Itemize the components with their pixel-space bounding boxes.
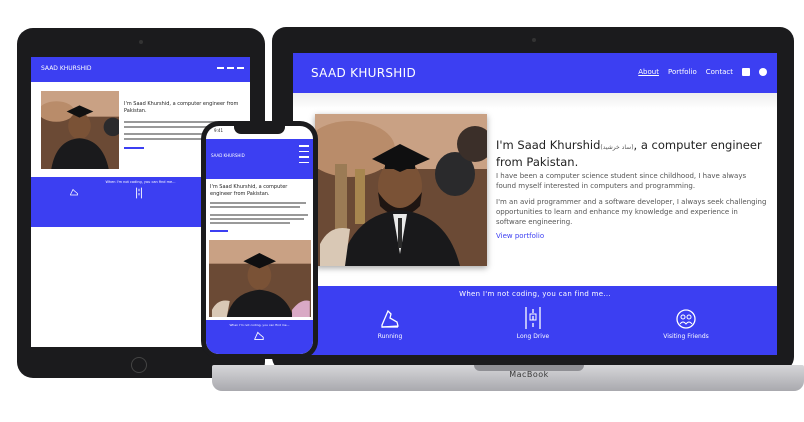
phone-brand: SAAD KHURSHID [211, 153, 245, 158]
hobbies-section: When I'm not coding, you can find me... … [293, 286, 777, 355]
hobby-running: Running [345, 308, 435, 340]
headline-intro: I'm Saad Khurshid [496, 138, 601, 152]
navbar: SAAD KHURSHID About Portfolio Contact [293, 53, 777, 93]
tablet-nav-link[interactable] [227, 67, 234, 69]
hobby-long-drive: Long Drive [488, 306, 578, 340]
github-icon[interactable] [759, 68, 767, 76]
intro-paragraph-1: I have been a computer science student s… [496, 172, 747, 190]
navbar-shadow [293, 93, 777, 109]
intro-headline: I'm Saad Khurshid(ساد خرشید), a computer… [496, 138, 766, 169]
intro-paragraph-2: I'm an avid programmer and a software de… [496, 198, 767, 226]
globe-friends-icon [676, 309, 696, 329]
phone-text-line [210, 222, 290, 224]
view-portfolio-link[interactable]: View portfolio [496, 232, 544, 240]
nav-link-about[interactable]: About [638, 68, 659, 76]
tablet-nav-links [217, 67, 244, 69]
nav-link-portfolio[interactable]: Portfolio [668, 68, 697, 76]
laptop-screen: SAAD KHURSHID About Portfolio Contact I'… [293, 53, 777, 355]
tablet-headline: I'm Saad Khurshid, a computer engineer f… [124, 101, 244, 115]
hobby-running-label: Running [377, 333, 403, 340]
phone-hobbies-band: When I'm not coding, you can find me... [206, 320, 313, 354]
laptop-brand-label: MacBook [509, 370, 549, 379]
phone-nav-menu[interactable] [299, 145, 309, 167]
phone-status-time: 9:41 [214, 128, 223, 133]
hobby-visiting-friends: Visiting Friends [641, 308, 731, 340]
profile-photo [315, 114, 487, 266]
running-shoe-icon [381, 309, 399, 328]
phone-profile-photo [209, 240, 311, 317]
tablet-profile-photo [41, 91, 119, 169]
tablet-nav-link[interactable] [237, 67, 244, 69]
hobbies-title: When I'm not coding, you can find me... [459, 290, 611, 298]
phone-text-line [210, 218, 304, 220]
nav-link-contact[interactable]: Contact [706, 68, 733, 76]
hobby-long-drive-label: Long Drive [516, 333, 550, 340]
laptop-camera [532, 38, 536, 42]
linkedin-icon[interactable] [742, 68, 750, 76]
tablet-portfolio-link[interactable] [124, 147, 144, 149]
road-icon [136, 187, 142, 199]
phone-text-line [210, 202, 306, 204]
nav-links: About Portfolio Contact [638, 68, 767, 76]
tablet-brand: SAAD KHURSHID [41, 65, 92, 72]
headline-urdu-name: (ساد خرشید) [600, 144, 634, 151]
tablet-navbar: SAAD KHURSHID [31, 57, 250, 82]
phone-hobbies-title: When I'm not coding, you can find me... [229, 323, 290, 327]
phone-text-line [210, 206, 300, 208]
site-brand[interactable]: SAAD KHURSHID [311, 66, 416, 80]
running-shoe-icon [70, 188, 78, 196]
phone-headline: I'm Saad Khurshid, a computer engineer f… [210, 184, 308, 197]
road-icon [525, 307, 541, 329]
hobby-visiting-friends-label: Visiting Friends [663, 333, 709, 340]
tablet-headline-intro: I'm Saad Khurshid [124, 101, 170, 107]
phone-notch [234, 126, 285, 134]
phone-text-line [210, 214, 308, 216]
running-shoe-icon [254, 331, 264, 341]
tablet-home-button [131, 357, 147, 373]
phone-headline-intro: I'm Saad Khurshid [210, 184, 256, 190]
phone-portfolio-link[interactable] [210, 230, 228, 232]
tablet-nav-link[interactable] [217, 67, 224, 69]
tablet-camera [139, 40, 143, 44]
phone-screen: SAAD KHURSHID I'm Saad Khurshid, a compu… [206, 126, 313, 354]
phone-navbar: SAAD KHURSHID [206, 139, 313, 179]
